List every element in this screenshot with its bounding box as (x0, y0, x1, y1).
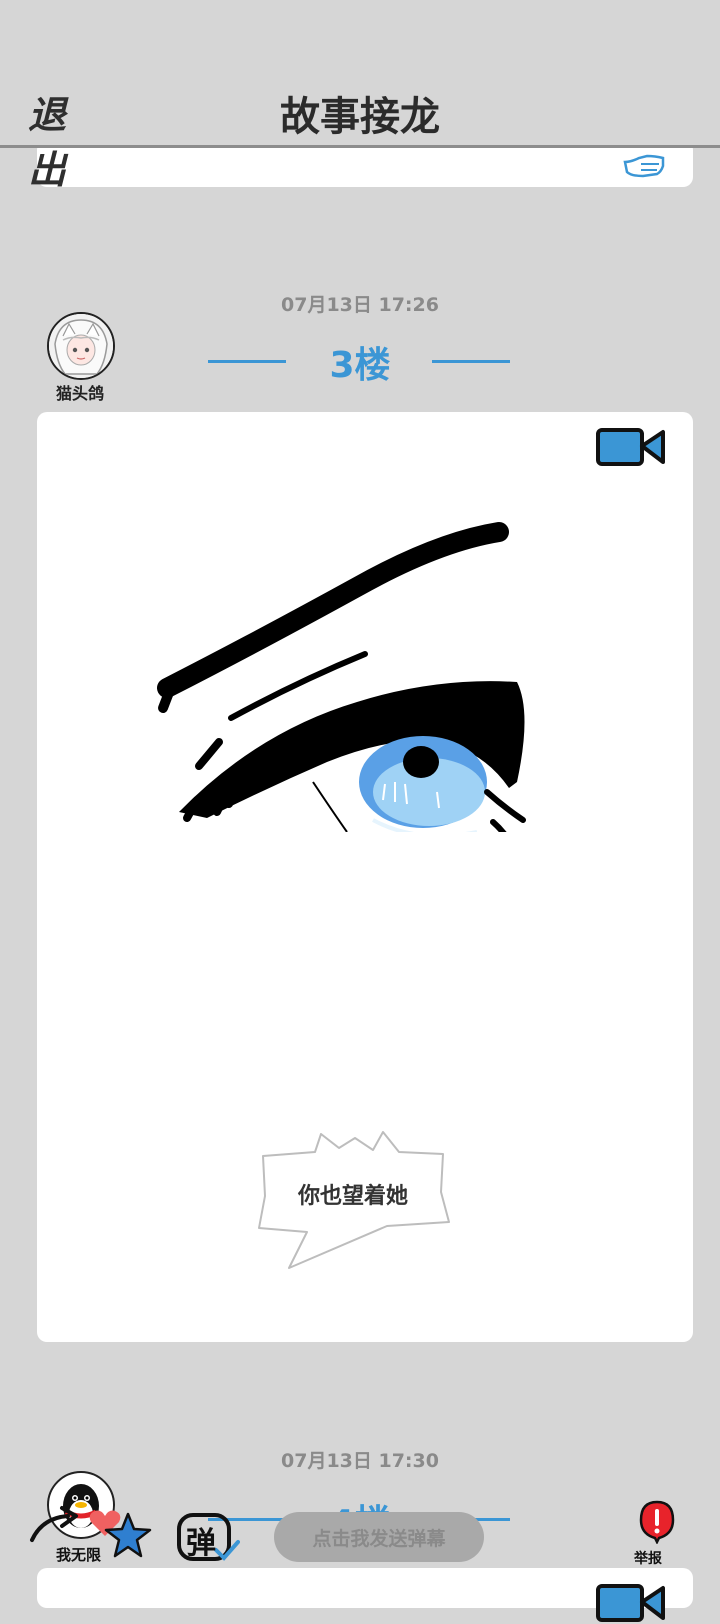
page-title: 故事接龙 (280, 94, 440, 140)
eye-drawing (157, 522, 526, 832)
top-bar: 退 出 故事接龙 (0, 0, 720, 192)
danmaku-toggle-label: 弹 (186, 1526, 216, 1561)
star-icon[interactable] (104, 1512, 152, 1558)
danmaku-toggle-button[interactable]: 弹 (176, 1512, 240, 1564)
speech-bubble: 你也望着她 (255, 1130, 451, 1270)
report-label: 举报 (634, 1551, 662, 1567)
post-card[interactable]: 你也望着她 (37, 412, 693, 1342)
report-button[interactable]: 举报 (632, 1500, 682, 1567)
bottom-bar: 我无限 弹 点击我发送弹幕 举报 (0, 1460, 720, 1600)
speech-bubble-text: 你也望着她 (297, 1184, 408, 1209)
floor-line-right (432, 360, 510, 363)
thumbs-up-icon[interactable] (621, 148, 669, 182)
floor-label: 3楼 (329, 345, 391, 386)
arrow-icon (30, 1506, 78, 1542)
video-camera-icon[interactable] (595, 426, 667, 468)
danmaku-input[interactable]: 点击我发送弹幕 (274, 1512, 484, 1562)
post-timestamp: 07月13日 17:26 (281, 294, 439, 316)
alert-icon (639, 1500, 675, 1544)
header-divider (0, 145, 720, 148)
my-username: 我无限 (56, 1546, 102, 1564)
floor-header: 3楼 (0, 336, 720, 386)
